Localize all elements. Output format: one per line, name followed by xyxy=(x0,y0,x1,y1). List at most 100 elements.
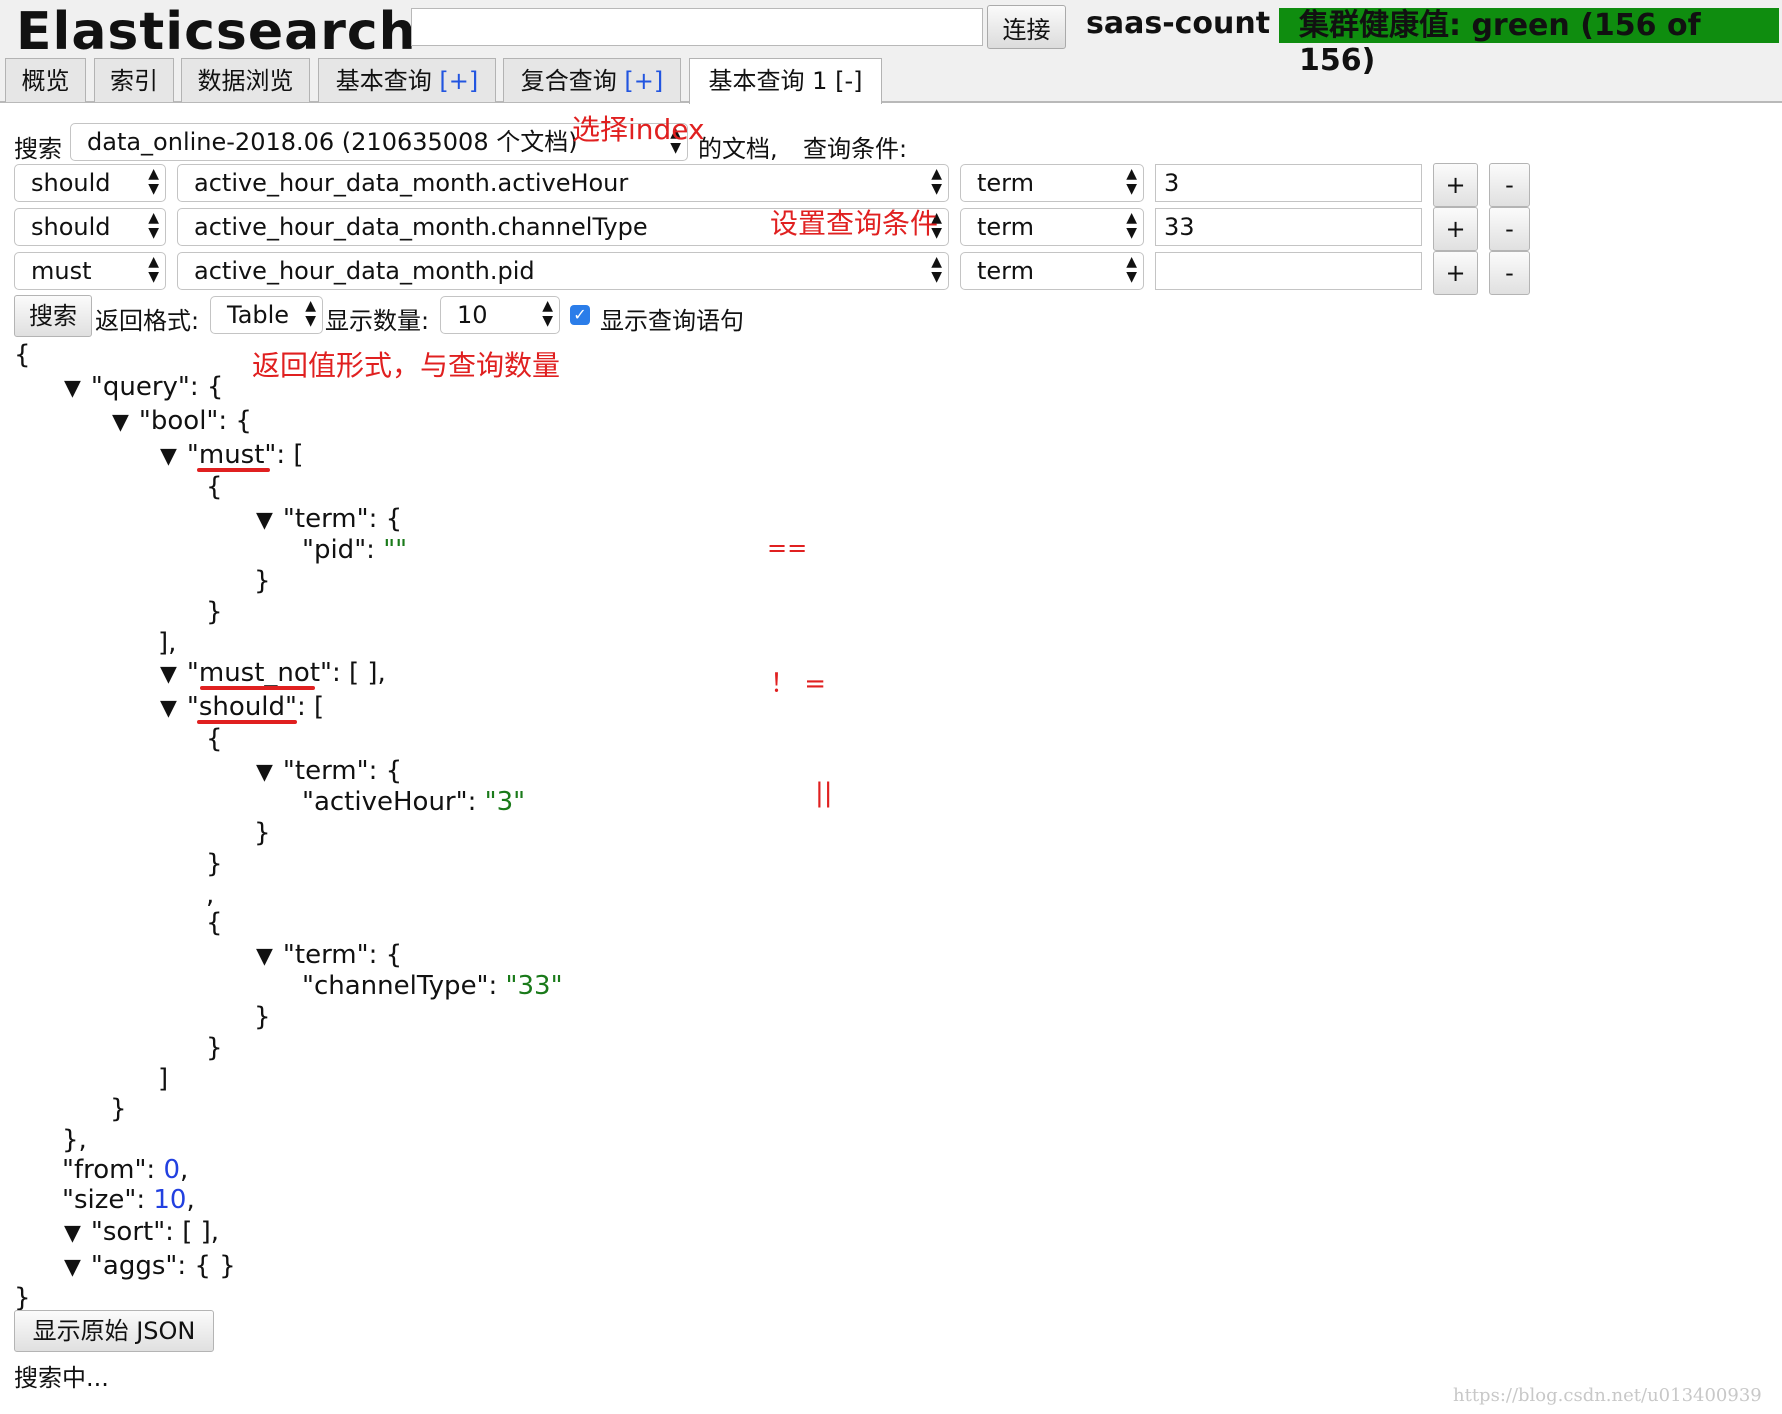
select-arrows-icon: ▲ ▼ xyxy=(931,254,942,285)
red-underline xyxy=(200,686,315,690)
return-format-select[interactable]: Table ▲ ▼ xyxy=(210,296,323,334)
connect-button[interactable]: 连接 xyxy=(987,5,1066,49)
tab-basic-query[interactable]: 基本查询 [+] xyxy=(318,58,496,102)
query-conditions-label: 查询条件: xyxy=(803,135,908,163)
bool-select[interactable]: must ▲ ▼ xyxy=(14,252,166,290)
annotation-set-query: 设置查询条件 xyxy=(770,207,939,240)
field-select-value: active_hour_data_month.channelType xyxy=(194,213,648,241)
tab-label: 数据浏览 xyxy=(197,67,294,95)
json-line: ] xyxy=(158,1064,169,1094)
tab-label: 索引 xyxy=(110,67,158,95)
tab-compound-query[interactable]: 复合查询 [+] xyxy=(503,58,681,102)
tab-basic-query-1[interactable]: 基本查询 1 [-] xyxy=(689,58,882,104)
collapse-triangle-icon[interactable]: ▼ xyxy=(256,760,273,785)
collapse-triangle-icon[interactable]: ▼ xyxy=(160,662,177,687)
json-string-value: "33" xyxy=(505,971,563,1001)
query-value-input[interactable] xyxy=(1155,252,1422,290)
json-line: } xyxy=(206,849,223,879)
operator-select[interactable]: term ▲ ▼ xyxy=(960,164,1144,202)
bool-select[interactable]: should ▲ ▼ xyxy=(14,164,166,202)
status-text: 搜索中... xyxy=(14,1364,109,1392)
return-format-label: 返回格式: xyxy=(95,307,200,335)
tab-indices[interactable]: 索引 xyxy=(94,58,174,102)
connection-url-input[interactable] xyxy=(411,8,983,46)
operator-select[interactable]: term ▲ ▼ xyxy=(960,252,1144,290)
bool-select-value: should xyxy=(31,169,111,197)
json-line: { xyxy=(206,724,223,754)
add-condition-button[interactable]: + xyxy=(1433,207,1478,251)
json-line: } xyxy=(206,597,223,627)
cluster-health-badge: 集群健康值: green (156 of 156) xyxy=(1279,8,1779,78)
query-value-input[interactable]: 3 xyxy=(1155,164,1422,202)
json-key-must: "must" xyxy=(186,440,277,470)
field-select[interactable]: active_hour_data_month.activeHour ▲ ▼ xyxy=(177,164,949,202)
add-tab-control[interactable]: [+] xyxy=(624,67,663,95)
json-key: "from": xyxy=(62,1155,164,1185)
collapse-triangle-icon[interactable]: ▼ xyxy=(256,944,273,969)
search-label: 搜索 xyxy=(14,135,62,163)
top-bar: Elasticsearch 连接 saas-count 集群健康值: green… xyxy=(0,0,1782,104)
close-tab-control[interactable]: [-] xyxy=(835,67,862,95)
result-count-select[interactable]: 10 ▲ ▼ xyxy=(440,296,560,334)
json-line: } xyxy=(254,566,271,596)
json-comma: , xyxy=(186,1185,195,1215)
result-count-value: 10 xyxy=(457,301,488,329)
bool-select-value: should xyxy=(31,213,111,241)
collapse-triangle-icon[interactable]: ▼ xyxy=(64,1221,81,1246)
json-line: ▼ "query": { xyxy=(64,372,223,402)
query-value-input[interactable]: 33 xyxy=(1155,208,1422,246)
remove-condition-button[interactable]: - xyxy=(1489,251,1530,295)
json-text: "term": { xyxy=(282,756,403,786)
search-button[interactable]: 搜索 xyxy=(14,295,92,337)
json-line: ], xyxy=(158,628,177,658)
json-line: }, xyxy=(62,1125,87,1155)
json-line: ▼ "must": [ xyxy=(160,440,304,470)
json-line: ▼ "bool": { xyxy=(112,406,252,436)
collapse-triangle-icon[interactable]: ▼ xyxy=(112,410,129,435)
tab-overview[interactable]: 概览 xyxy=(5,58,86,102)
json-line: "from": 0, xyxy=(62,1155,188,1185)
collapse-triangle-icon[interactable]: ▼ xyxy=(64,1255,81,1280)
cluster-name: saas-count xyxy=(1086,6,1271,41)
json-line: } xyxy=(110,1094,127,1124)
index-select-value: data_online-2018.06 (210635008 个文档) xyxy=(87,128,578,156)
checkmark-icon: ✓ xyxy=(573,305,587,324)
add-condition-button[interactable]: + xyxy=(1433,251,1478,295)
json-text: "term": { xyxy=(282,940,403,970)
operator-select[interactable]: term ▲ ▼ xyxy=(960,208,1144,246)
tab-label: 概览 xyxy=(21,67,70,95)
json-line: "size": 10, xyxy=(62,1185,195,1215)
field-select[interactable]: active_hour_data_month.pid ▲ ▼ xyxy=(177,252,949,290)
select-arrows-icon: ▲ ▼ xyxy=(931,166,942,197)
collapse-triangle-icon[interactable]: ▼ xyxy=(256,508,273,533)
collapse-triangle-icon[interactable]: ▼ xyxy=(160,444,177,469)
json-line: ▼ "term": { xyxy=(256,756,402,786)
show-raw-json-button[interactable]: 显示原始 JSON xyxy=(14,1310,214,1352)
show-query-checkbox[interactable]: ✓ xyxy=(570,305,590,325)
json-line: "pid": "" xyxy=(302,535,407,565)
json-number-value: 10 xyxy=(153,1185,187,1215)
annotation-or: || xyxy=(815,778,833,808)
select-arrows-icon: ▲ ▼ xyxy=(148,166,159,197)
watermark: https://blog.csdn.net/u013400939 xyxy=(1453,1385,1762,1406)
json-text: "sort": [ ], xyxy=(90,1217,220,1247)
select-arrows-icon: ▲ ▼ xyxy=(148,254,159,285)
json-key-should: "should" xyxy=(186,692,297,722)
operator-select-value: term xyxy=(977,169,1034,197)
add-tab-control[interactable]: [+] xyxy=(439,67,478,95)
return-format-value: Table xyxy=(227,301,290,329)
json-line: , xyxy=(206,880,215,910)
add-condition-button[interactable]: + xyxy=(1433,163,1478,207)
json-line: ▼ "term": { xyxy=(256,940,402,970)
bool-select-value: must xyxy=(31,257,92,285)
select-arrows-icon: ▲ ▼ xyxy=(1126,210,1137,241)
tab-browser[interactable]: 数据浏览 xyxy=(181,58,310,102)
remove-condition-button[interactable]: - xyxy=(1489,163,1530,207)
json-line: { xyxy=(206,472,223,502)
remove-condition-button[interactable]: - xyxy=(1489,207,1530,251)
collapse-triangle-icon[interactable]: ▼ xyxy=(160,696,177,721)
collapse-triangle-icon[interactable]: ▼ xyxy=(64,376,81,401)
bool-select[interactable]: should ▲ ▼ xyxy=(14,208,166,246)
annotation-return-format: 返回值形式，与查询数量 xyxy=(252,349,561,382)
json-key: "pid": xyxy=(302,535,384,565)
